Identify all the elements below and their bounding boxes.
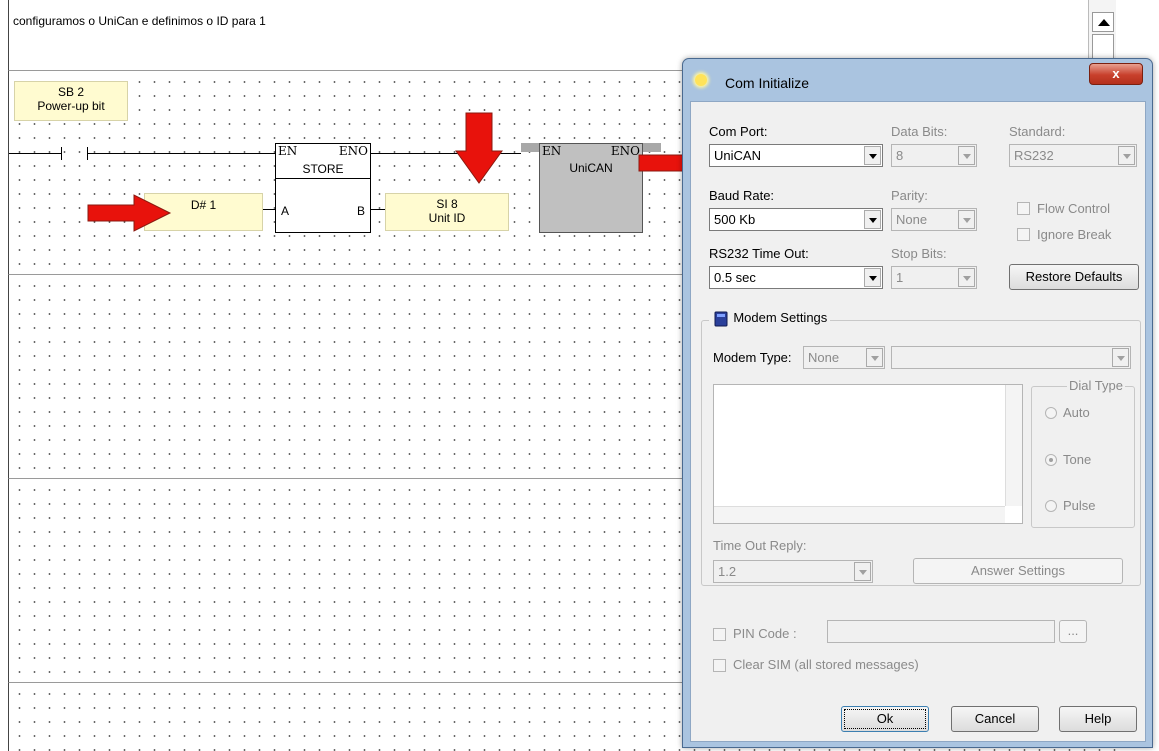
rung-wire bbox=[87, 153, 275, 154]
flow-control-label: Flow Control bbox=[1037, 201, 1110, 216]
modem-type-value: None bbox=[808, 350, 840, 365]
pin-code-checkbox[interactable] bbox=[713, 628, 726, 641]
dropdown-arrow-icon[interactable] bbox=[1112, 348, 1129, 367]
store-eno-pin: ENO bbox=[338, 144, 368, 158]
pin-code-label: PIN Code : bbox=[733, 626, 797, 641]
baud-rate-value: 500 Kb bbox=[714, 212, 756, 227]
dropdown-arrow-icon[interactable] bbox=[864, 146, 881, 165]
dropdown-arrow-icon[interactable] bbox=[1118, 146, 1135, 165]
rs232-timeout-select[interactable]: 0.5 sec bbox=[709, 266, 883, 289]
baud-rate-select[interactable]: 500 Kb bbox=[709, 208, 883, 231]
modem-init-text-area[interactable] bbox=[713, 384, 1023, 524]
text-area-hscroll[interactable] bbox=[714, 506, 1005, 523]
dial-auto-radio[interactable] bbox=[1045, 407, 1057, 419]
rung-comment: configuramos o UniCan e definimos o ID p… bbox=[13, 14, 266, 28]
time-out-reply-select[interactable]: 1.2 bbox=[713, 560, 873, 583]
dropdown-arrow-icon[interactable] bbox=[854, 562, 871, 581]
dropdown-arrow-icon[interactable] bbox=[866, 348, 883, 367]
rung-wire bbox=[9, 153, 61, 154]
flow-control-checkbox[interactable] bbox=[1017, 202, 1030, 215]
help-button[interactable]: Help bbox=[1059, 706, 1137, 732]
answer-settings-button[interactable]: Answer Settings bbox=[913, 558, 1123, 584]
dropdown-arrow-icon[interactable] bbox=[958, 268, 975, 287]
close-icon[interactable]: x bbox=[1089, 63, 1143, 85]
parity-label: Parity: bbox=[891, 188, 928, 203]
pin-browse-button[interactable]: ... bbox=[1059, 620, 1087, 643]
contact-operand-description: Power-up bit bbox=[37, 99, 105, 113]
rs232-timeout-label: RS232 Time Out: bbox=[709, 246, 809, 261]
parity-select[interactable]: None bbox=[891, 208, 977, 231]
unican-function-block[interactable]: EN ENO UniCAN bbox=[539, 143, 643, 233]
dial-auto-label: Auto bbox=[1063, 405, 1090, 420]
target-operand-description: Unit ID bbox=[428, 211, 466, 225]
dial-pulse-radio[interactable] bbox=[1045, 500, 1057, 512]
standard-value: RS232 bbox=[1014, 148, 1054, 163]
data-bits-select[interactable]: 8 bbox=[891, 144, 977, 167]
contact-left-bar bbox=[61, 147, 62, 160]
com-port-label: Com Port: bbox=[709, 124, 768, 139]
modem-settings-header: Modem Settings bbox=[709, 310, 831, 328]
store-pin-b: B bbox=[356, 204, 365, 218]
contact-operand-name: SB 2 bbox=[57, 85, 84, 99]
ignore-break-checkbox[interactable] bbox=[1017, 228, 1030, 241]
pin-b-wire bbox=[371, 209, 385, 210]
time-out-reply-label: Time Out Reply: bbox=[713, 538, 807, 553]
pin-code-input[interactable] bbox=[827, 620, 1055, 643]
target-operand[interactable]: SI 8 Unit ID bbox=[385, 193, 509, 231]
dropdown-arrow-icon[interactable] bbox=[864, 210, 881, 229]
store-pin-a: A bbox=[281, 204, 290, 218]
contact-operand[interactable]: SB 2 Power-up bit bbox=[14, 81, 128, 121]
clear-sim-checkbox[interactable] bbox=[713, 659, 726, 672]
text-area-vscroll[interactable] bbox=[1005, 385, 1022, 506]
dropdown-arrow-icon[interactable] bbox=[958, 146, 975, 165]
arrow-right-icon bbox=[87, 194, 172, 232]
dialog-title: Com Initialize bbox=[725, 75, 810, 91]
ignore-break-label: Ignore Break bbox=[1037, 227, 1112, 242]
modem-type-select[interactable]: None bbox=[803, 346, 885, 369]
arrow-down-icon bbox=[455, 112, 503, 184]
modem-model-select[interactable] bbox=[891, 346, 1131, 369]
dropdown-arrow-icon[interactable] bbox=[958, 210, 975, 229]
pin-a-wire bbox=[263, 209, 275, 210]
restore-defaults-button[interactable]: Restore Defaults bbox=[1009, 264, 1139, 290]
store-function-block[interactable]: EN ENO STORE A B bbox=[275, 143, 371, 233]
com-port-value: UniCAN bbox=[714, 148, 761, 163]
target-operand-name: SI 8 bbox=[436, 197, 458, 211]
dial-tone-label: Tone bbox=[1063, 452, 1092, 467]
standard-select[interactable]: RS232 bbox=[1009, 144, 1137, 167]
modem-book-icon bbox=[714, 311, 728, 327]
dropdown-arrow-icon[interactable] bbox=[864, 268, 881, 287]
parity-value: None bbox=[896, 212, 928, 227]
dialog-titlebar[interactable]: Com Initialize x bbox=[683, 59, 1152, 99]
unican-eno-pin: ENO bbox=[610, 144, 640, 158]
dial-tone-radio[interactable] bbox=[1045, 454, 1057, 466]
stop-bits-value: 1 bbox=[896, 270, 904, 285]
data-bits-value: 8 bbox=[896, 148, 904, 163]
com-port-select[interactable]: UniCAN bbox=[709, 144, 883, 167]
stop-bits-label: Stop Bits: bbox=[891, 246, 947, 261]
baud-rate-label: Baud Rate: bbox=[709, 188, 775, 203]
sun-icon bbox=[695, 74, 707, 86]
modem-settings-title: Modem Settings bbox=[733, 310, 828, 326]
time-out-reply-value: 1.2 bbox=[718, 564, 737, 579]
modem-type-label: Modem Type: bbox=[713, 350, 792, 365]
cancel-button[interactable]: Cancel bbox=[951, 706, 1039, 732]
store-block-name: STORE bbox=[276, 162, 370, 179]
unican-en-pin: EN bbox=[542, 144, 562, 158]
store-en-pin: EN bbox=[278, 144, 298, 158]
dial-type-label: Dial Type bbox=[1067, 378, 1125, 393]
dialog-client-area: Com Port: UniCAN Data Bits: 8 Standard: … bbox=[690, 101, 1146, 742]
data-bits-label: Data Bits: bbox=[891, 124, 948, 139]
scroll-up-icon[interactable] bbox=[1092, 12, 1114, 32]
clear-sim-label: Clear SIM (all stored messages) bbox=[733, 657, 919, 672]
com-initialize-dialog: Com Initialize x Com Port: UniCAN Data B… bbox=[682, 58, 1153, 748]
rs232-timeout-value: 0.5 sec bbox=[714, 270, 756, 285]
dial-pulse-label: Pulse bbox=[1063, 498, 1096, 513]
standard-label: Standard: bbox=[1009, 124, 1066, 139]
unican-block-name: UniCAN bbox=[569, 161, 613, 175]
ok-button[interactable]: Ok bbox=[841, 706, 929, 732]
stop-bits-select[interactable]: 1 bbox=[891, 266, 977, 289]
